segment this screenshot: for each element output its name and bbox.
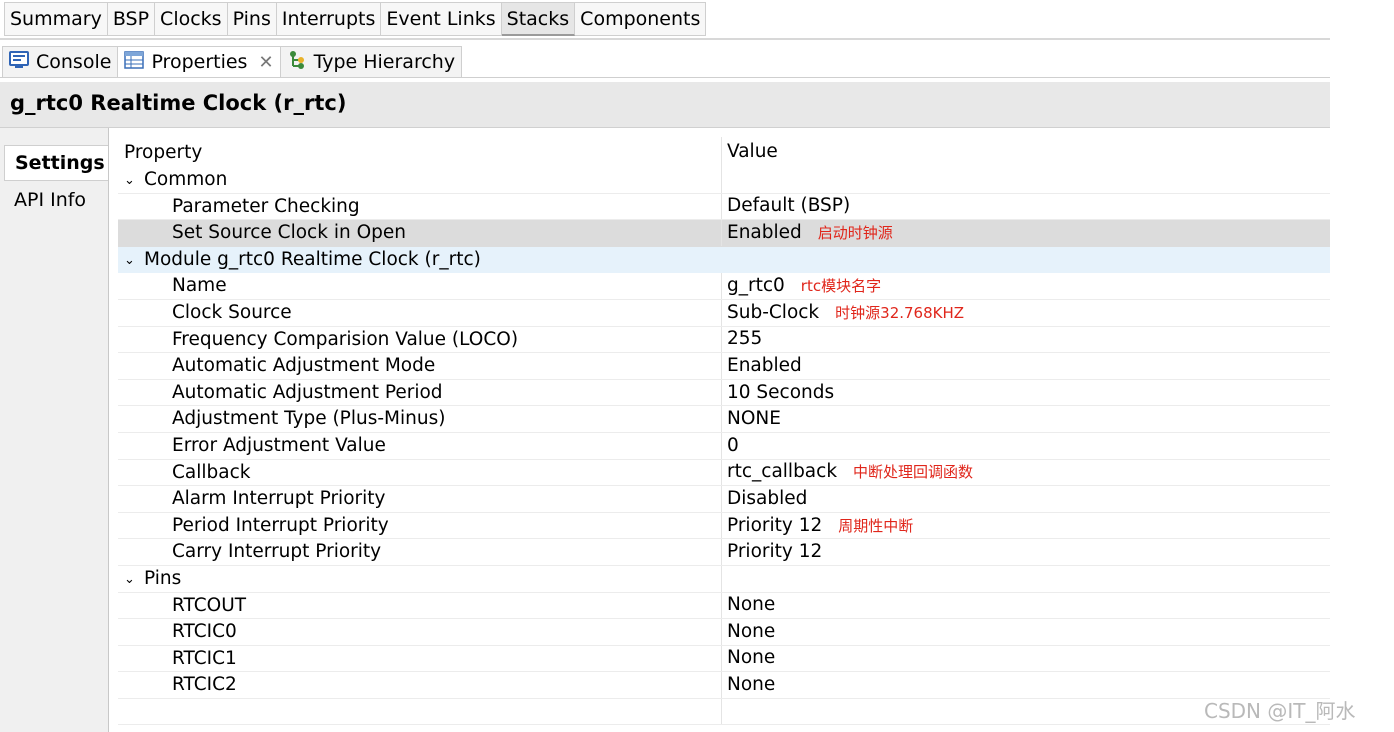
tab-settings[interactable]: Settings (4, 145, 108, 181)
property-name: Name (118, 273, 722, 299)
table-row[interactable]: Period Interrupt Priority Priority 12 周期性… (118, 512, 1330, 540)
property-value[interactable]: Enabled (727, 220, 802, 246)
tab-bsp[interactable]: BSP (107, 2, 156, 36)
tab-type-hierarchy[interactable]: Type Hierarchy (280, 46, 463, 78)
close-icon[interactable]: ✕ (258, 52, 273, 73)
property-value[interactable]: Disabled (727, 486, 807, 512)
table-row[interactable]: Name g_rtc0 rtc模块名字 (118, 273, 1330, 300)
property-table: Property Value ⌄ Common Parameter Checkin… (118, 137, 1330, 726)
property-value[interactable]: None (727, 619, 775, 645)
table-row[interactable]: Carry Interrupt Priority Priority 12 (118, 539, 1330, 566)
chevron-down-icon[interactable]: ⌄ (124, 248, 144, 274)
property-value[interactable]: Priority 12 (727, 513, 822, 539)
configuration-tabs: Summary BSP Clocks Pins Interrupts Event… (4, 2, 707, 36)
tab-console-label: Console (36, 51, 112, 73)
table-row[interactable]: RTCIC2 None (118, 672, 1330, 699)
table-row[interactable]: Clock Source Sub-Clock 时钟源32.768KHZ (118, 299, 1330, 327)
annotation-note: rtc模块名字 (800, 277, 882, 296)
property-value[interactable]: rtc_callback (727, 459, 837, 485)
property-name: RTCIC2 (118, 672, 722, 698)
empty-row (118, 698, 1330, 726)
tab-components[interactable]: Components (575, 2, 707, 36)
property-name: Parameter Checking (118, 193, 722, 220)
tab-type-hierarchy-label: Type Hierarchy (313, 51, 456, 73)
table-row[interactable]: Automatic Adjustment Mode Enabled (118, 353, 1330, 380)
property-name: RTCIC0 (118, 619, 722, 645)
tab-properties[interactable]: Properties ✕ (118, 46, 281, 78)
property-name: Automatic Adjustment Period (118, 379, 722, 406)
console-icon (9, 50, 29, 74)
property-name: RTCIC1 (118, 645, 722, 672)
section-module[interactable]: ⌄ Module g_rtc0 Realtime Clock (r_rtc) (118, 246, 1330, 274)
section-common[interactable]: ⌄ Common (118, 167, 1330, 194)
property-value[interactable]: None (727, 645, 775, 671)
table-row[interactable]: Parameter Checking Default (BSP) (118, 193, 1330, 221)
property-name: Error Adjustment Value (118, 432, 722, 459)
type-hierarchy-icon (287, 50, 307, 75)
chevron-down-icon[interactable]: ⌄ (124, 567, 144, 593)
property-value[interactable]: None (727, 672, 775, 698)
left-tab-panel: Settings API Info (0, 128, 109, 732)
property-name: Alarm Interrupt Priority (118, 486, 722, 512)
property-name: Carry Interrupt Priority (118, 539, 722, 565)
column-header-value: Value (727, 141, 778, 162)
property-value[interactable]: Priority 12 (727, 539, 822, 565)
tab-pins[interactable]: Pins (227, 2, 277, 36)
property-value[interactable]: None (727, 592, 775, 618)
table-row[interactable]: RTCIC1 None (118, 645, 1330, 673)
property-name: Callback (118, 459, 722, 486)
chevron-down-icon[interactable]: ⌄ (124, 168, 144, 194)
table-row[interactable]: Adjustment Type (Plus-Minus) NONE (118, 406, 1330, 433)
annotation-note: 启动时钟源 (817, 223, 893, 242)
property-value[interactable]: Enabled (727, 353, 802, 379)
property-name: Frequency Comparision Value (LOCO) (118, 326, 722, 353)
tab-stacks[interactable]: Stacks (501, 2, 576, 36)
tab-console[interactable]: Console (2, 46, 119, 78)
property-value[interactable]: Sub-Clock (727, 300, 819, 326)
table-header: Property Value (118, 137, 1330, 167)
property-value[interactable]: g_rtc0 (727, 273, 785, 299)
property-name: Adjustment Type (Plus-Minus) (118, 406, 722, 432)
section-label: Module g_rtc0 Realtime Clock (r_rtc) (144, 248, 481, 270)
property-name: RTCOUT (118, 592, 722, 619)
section-pins[interactable]: ⌄ Pins (118, 565, 1330, 593)
column-header-property: Property (118, 137, 722, 167)
annotation-note: 周期性中断 (838, 516, 914, 535)
table-row[interactable]: Alarm Interrupt Priority Disabled (118, 486, 1330, 513)
table-row[interactable]: RTCIC0 None (118, 619, 1330, 646)
property-value[interactable]: 255 (727, 326, 762, 352)
section-label: Common (144, 169, 228, 190)
tab-clocks[interactable]: Clocks (155, 2, 228, 36)
table-row[interactable]: RTCOUT None (118, 592, 1330, 620)
annotation-note: 时钟源32.768KHZ (835, 303, 965, 322)
section-label: Pins (144, 567, 182, 589)
watermark: CSDN @IT_阿水 (1204, 699, 1356, 723)
table-row[interactable]: Callback rtc_callback 中断处理回调函数 (118, 459, 1330, 487)
tab-divider (0, 38, 1330, 40)
table-row[interactable]: Frequency Comparision Value (LOCO) 255 (118, 326, 1330, 354)
property-value[interactable]: NONE (727, 406, 781, 432)
view-tabs: Console Properties ✕ Type Hierarchy (2, 46, 463, 78)
annotation-note: 中断处理回调函数 (853, 463, 974, 482)
table-row[interactable]: Set Source Clock in Open Enabled 启动时钟源 (118, 220, 1330, 247)
property-name: Period Interrupt Priority (118, 512, 722, 539)
property-value[interactable]: Default (BSP) (727, 193, 850, 219)
property-name: Automatic Adjustment Mode (118, 353, 722, 379)
tab-summary[interactable]: Summary (4, 2, 108, 36)
tab-event-links[interactable]: Event Links (381, 2, 502, 36)
tab-api-info[interactable]: API Info (4, 183, 108, 215)
property-name: Set Source Clock in Open (118, 220, 722, 246)
properties-icon (124, 50, 145, 74)
table-row[interactable]: Automatic Adjustment Period 10 Seconds (118, 379, 1330, 407)
property-value[interactable]: 10 Seconds (727, 380, 834, 406)
property-name: Clock Source (118, 299, 722, 326)
table-row[interactable]: Error Adjustment Value 0 (118, 432, 1330, 460)
page-title: g_rtc0 Realtime Clock (r_rtc) (10, 91, 347, 115)
tab-interrupts[interactable]: Interrupts (276, 2, 382, 36)
properties-title-bar: g_rtc0 Realtime Clock (r_rtc) (0, 82, 1330, 128)
tab-properties-label: Properties (151, 51, 248, 73)
view-tab-divider (0, 77, 1330, 78)
property-value[interactable]: 0 (727, 433, 739, 459)
